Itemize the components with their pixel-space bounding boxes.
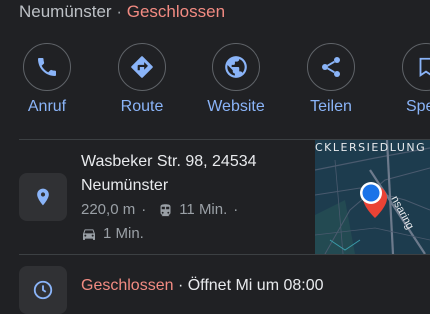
save-button-label: Speic: [405, 98, 430, 115]
phone-icon: [38, 58, 56, 76]
meta-dot: ·: [141, 201, 147, 218]
call-button-label: Anruf: [27, 98, 67, 115]
route-button-label: Route: [120, 98, 164, 115]
route-button[interactable]: Route: [95, 43, 189, 123]
clock-icon: [33, 280, 53, 300]
meta-dot-trailing: ·: [233, 201, 239, 218]
website-button[interactable]: Website: [189, 43, 283, 123]
address-line-2: Neumünster: [81, 177, 169, 194]
bookmark-icon: [419, 57, 430, 77]
hours-status: Geschlossen: [81, 277, 174, 294]
address-icon-box: [19, 173, 67, 221]
route-button-circle[interactable]: [118, 43, 166, 91]
address-meta-transit: 220,0 m · 11 Min. ·: [81, 198, 313, 222]
address-line-1: Wasbeker Str. 98, 24534: [81, 153, 257, 170]
drive-time-text: 1 Min.: [103, 225, 144, 242]
share-button[interactable]: Teilen: [284, 43, 378, 123]
place-city: Neumünster: [19, 2, 112, 21]
place-status-line: Neumünster · Geschlossen: [19, 2, 225, 22]
save-button[interactable]: Speic: [379, 43, 430, 123]
globe-icon: [225, 56, 247, 78]
save-button-circle[interactable]: [402, 43, 430, 91]
website-button-label: Website: [207, 98, 265, 115]
directions-icon: [131, 56, 153, 78]
address-meta-drive: 1 Min.: [81, 222, 313, 246]
action-button-row: Anruf Route Website Teilen Sp: [0, 43, 430, 123]
hours-detail: · Öffnet Mi um 08:00: [177, 277, 324, 294]
transit-time-text: 11 Min.: [179, 201, 228, 218]
share-button-circle[interactable]: [307, 43, 355, 91]
hours-icon-box: [19, 266, 67, 314]
call-button-circle[interactable]: [23, 43, 71, 91]
car-icon: [81, 226, 97, 242]
map-area-label: CKLERSIEDLUNG: [315, 141, 427, 154]
call-button[interactable]: Anruf: [0, 43, 94, 123]
map-thumbnail[interactable]: CKLERSIEDLUNG nsaring: [315, 140, 430, 254]
website-button-circle[interactable]: [212, 43, 260, 91]
share-button-label: Teilen: [310, 98, 352, 115]
divider-bottom: [19, 254, 430, 255]
distance-text: 220,0 m: [81, 201, 136, 218]
open-status: Geschlossen: [126, 2, 226, 21]
hours-text: Geschlossen · Öffnet Mi um 08:00: [81, 277, 324, 295]
hours-row[interactable]: Geschlossen · Öffnet Mi um 08:00: [0, 262, 430, 314]
share-icon: [322, 57, 340, 77]
train-icon: [158, 203, 173, 218]
address-block[interactable]: Wasbeker Str. 98, 24534 Neumünster 220,0…: [81, 150, 313, 246]
location-pin-icon: [37, 188, 49, 206]
my-location-dot: [360, 182, 382, 204]
status-separator: ·: [116, 2, 123, 21]
